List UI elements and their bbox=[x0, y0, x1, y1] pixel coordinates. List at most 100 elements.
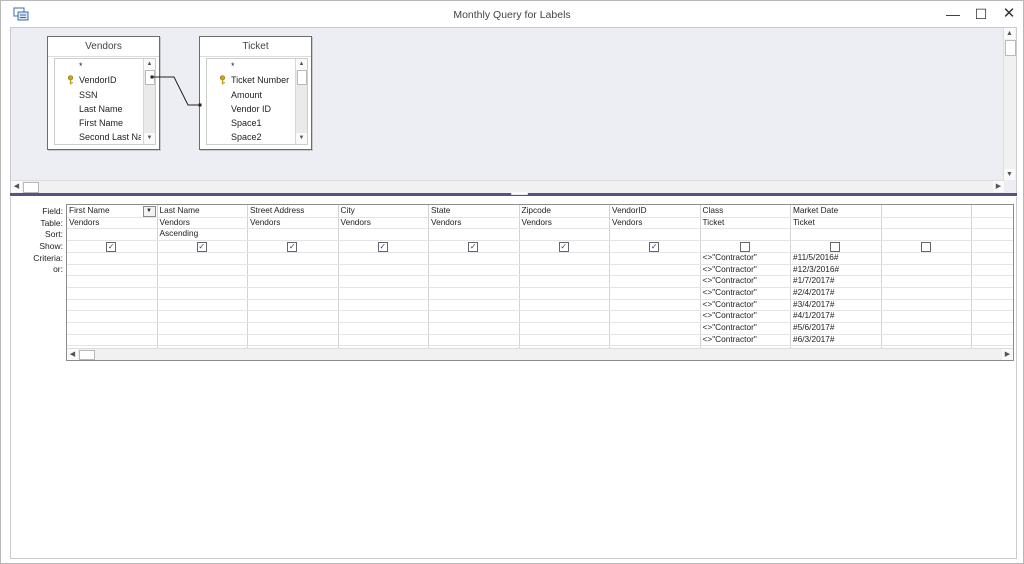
grid-row-divider bbox=[67, 310, 1013, 312]
minimize-icon: — bbox=[946, 6, 960, 22]
grid-row-labels: Field: Table: Sort: Show: Criteria: or: bbox=[11, 206, 63, 276]
scroll-thumb[interactable] bbox=[79, 350, 95, 360]
scroll-down-icon[interactable]: ▼ bbox=[1004, 169, 1015, 180]
or-criteria-cell[interactable]: #2/4/2017# bbox=[791, 287, 880, 299]
show-checkbox[interactable]: ✓ bbox=[106, 241, 117, 252]
or-criteria-cell[interactable]: <>"Contractor" bbox=[701, 334, 790, 346]
field-cell[interactable]: Street Address bbox=[248, 205, 337, 217]
sort-cell[interactable] bbox=[610, 228, 699, 240]
scroll-thumb[interactable] bbox=[1005, 40, 1016, 56]
or-criteria-cell[interactable]: #1/7/2017# bbox=[791, 275, 880, 287]
grid-row-label: Sort: bbox=[45, 229, 63, 240]
sort-cell[interactable] bbox=[882, 228, 971, 240]
field-cell[interactable]: Last Name bbox=[158, 205, 247, 217]
field-cell[interactable]: State bbox=[429, 205, 518, 217]
grid-horizontal-scrollbar[interactable]: ◀ ▶ bbox=[67, 348, 1013, 360]
grid-row-divider bbox=[67, 228, 1013, 230]
or-criteria-cell[interactable]: #6/3/2017# bbox=[791, 334, 880, 346]
sort-cell[interactable] bbox=[429, 228, 518, 240]
show-checkbox[interactable] bbox=[920, 241, 931, 252]
table-designer-pane[interactable]: Vendors * VendorID SSN Last Name First Name Se… bbox=[10, 27, 1017, 194]
or-criteria-cell[interactable]: <>"Contractor" bbox=[701, 310, 790, 322]
scroll-up-icon[interactable]: ▲ bbox=[1004, 28, 1015, 39]
or-criteria-cell[interactable]: #4/1/2017# bbox=[791, 310, 880, 322]
query-design-window: Monthly Query for Labels — ☐ ✕ Vendors * V… bbox=[0, 0, 1024, 564]
sort-cell[interactable] bbox=[248, 228, 337, 240]
field-cell[interactable]: Zipcode bbox=[520, 205, 609, 217]
title-bar: Monthly Query for Labels — ☐ ✕ bbox=[1, 1, 1023, 27]
grid-row-divider bbox=[67, 333, 1013, 335]
grid-row-label: Show: bbox=[39, 241, 63, 252]
minimize-button[interactable]: — bbox=[939, 4, 967, 24]
show-checkbox[interactable]: ✓ bbox=[196, 241, 207, 252]
table-cell[interactable]: Vendors bbox=[610, 217, 699, 229]
grid-row-divider bbox=[67, 251, 1013, 253]
scroll-left-icon[interactable]: ◀ bbox=[67, 349, 78, 360]
scroll-right-icon[interactable]: ▶ bbox=[993, 181, 1004, 192]
sort-cell[interactable] bbox=[701, 228, 790, 240]
relationship-join-line[interactable] bbox=[11, 28, 1016, 193]
show-checkbox[interactable]: ✓ bbox=[649, 241, 660, 252]
table-cell[interactable]: Ticket bbox=[701, 217, 790, 229]
close-button[interactable]: ✕ bbox=[995, 4, 1023, 24]
table-cell[interactable]: Vendors bbox=[158, 217, 247, 229]
grid-row-divider bbox=[67, 298, 1013, 300]
maximize-button[interactable]: ☐ bbox=[967, 4, 995, 24]
field-cell[interactable]: VendorID bbox=[610, 205, 699, 217]
field-cell[interactable]: Market Date bbox=[791, 205, 880, 217]
table-cell[interactable]: Vendors bbox=[248, 217, 337, 229]
criteria-cell[interactable]: #11/5/2016# bbox=[791, 252, 880, 264]
criteria-cell[interactable]: <>"Contractor" bbox=[701, 252, 790, 264]
or-criteria-cell[interactable]: <>"Contractor" bbox=[701, 264, 790, 276]
sort-cell[interactable] bbox=[791, 228, 880, 240]
grid-row-divider bbox=[67, 240, 1013, 242]
designer-vertical-scrollbar[interactable]: ▲ ▼ bbox=[1003, 28, 1016, 180]
field-cell[interactable]: Class bbox=[701, 205, 790, 217]
grid-row-label: Criteria: bbox=[33, 252, 63, 263]
table-cell[interactable] bbox=[882, 217, 971, 229]
field-cell[interactable]: City bbox=[339, 205, 428, 217]
scroll-right-icon[interactable]: ▶ bbox=[1002, 349, 1013, 360]
chevron-down-icon: ▼ bbox=[146, 208, 152, 214]
splitter-grip-icon[interactable]: ■■■■■■■■ bbox=[507, 192, 531, 197]
table-cell[interactable] bbox=[972, 217, 1013, 229]
grid-row-divider bbox=[67, 263, 1013, 265]
or-criteria-cell[interactable]: <>"Contractor" bbox=[701, 275, 790, 287]
table-cell[interactable]: Vendors bbox=[520, 217, 609, 229]
grid-row-divider bbox=[67, 322, 1013, 323]
scroll-left-icon[interactable]: ◀ bbox=[11, 181, 22, 192]
design-grid-pane: Field: Table: Sort: Show: Criteria: or: First… bbox=[10, 197, 1017, 559]
sort-cell[interactable] bbox=[972, 228, 1013, 240]
or-criteria-cell[interactable]: #5/6/2017# bbox=[791, 322, 880, 334]
close-icon: ✕ bbox=[1002, 5, 1016, 22]
show-checkbox[interactable]: ✓ bbox=[287, 241, 298, 252]
show-checkbox[interactable]: ✓ bbox=[468, 241, 479, 252]
show-checkbox[interactable]: ✓ bbox=[558, 241, 569, 252]
or-criteria-cell[interactable]: <>"Contractor" bbox=[701, 287, 790, 299]
scroll-thumb[interactable] bbox=[23, 182, 39, 193]
field-cell[interactable] bbox=[972, 205, 1013, 217]
table-cell[interactable]: Vendors bbox=[67, 217, 156, 229]
maximize-icon: ☐ bbox=[974, 6, 988, 22]
table-cell[interactable]: Ticket bbox=[791, 217, 880, 229]
show-checkbox[interactable] bbox=[739, 241, 750, 252]
sort-cell[interactable] bbox=[67, 228, 156, 240]
field-cell[interactable] bbox=[882, 205, 971, 217]
or-criteria-cell[interactable]: <>"Contractor" bbox=[701, 299, 790, 311]
or-criteria-cell[interactable]: #3/4/2017# bbox=[791, 299, 880, 311]
grid-row-label: or: bbox=[53, 264, 63, 275]
sort-cell[interactable] bbox=[520, 228, 609, 240]
show-checkbox[interactable]: ✓ bbox=[377, 241, 388, 252]
field-dropdown-button[interactable]: ▼ bbox=[142, 206, 156, 217]
or-criteria-cell[interactable]: <>"Contractor" bbox=[701, 322, 790, 334]
window-title: Monthly Query for Labels bbox=[453, 9, 571, 21]
query-design-grid[interactable]: First Name Vendors ✓ ▼ Last Name Vendors Ascen… bbox=[66, 204, 1014, 361]
or-criteria-cell[interactable]: #12/3/2016# bbox=[791, 264, 880, 276]
pane-splitter[interactable]: ■■■■■■■■ bbox=[10, 192, 1017, 197]
sort-cell[interactable]: Ascending bbox=[158, 228, 247, 240]
table-cell[interactable]: Vendors bbox=[429, 217, 518, 229]
sort-cell[interactable] bbox=[339, 228, 428, 240]
show-checkbox[interactable] bbox=[830, 241, 841, 252]
grid-row-label: Field: bbox=[42, 206, 63, 216]
table-cell[interactable]: Vendors bbox=[339, 217, 428, 229]
